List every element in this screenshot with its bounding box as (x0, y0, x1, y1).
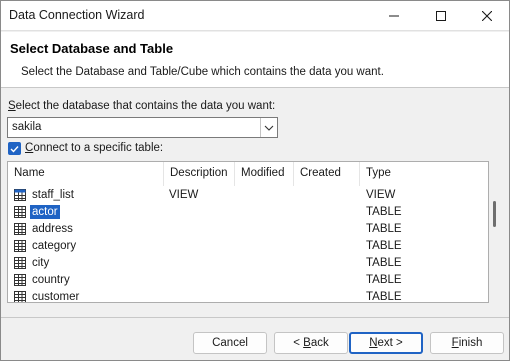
checkmark-icon (10, 145, 19, 153)
row-type: TABLE (366, 274, 402, 286)
table-row[interactable]: staff_list VIEW VIEW (8, 187, 488, 204)
row-type: TABLE (366, 206, 402, 218)
chevron-down-icon (264, 125, 274, 131)
table-row[interactable]: city TABLE (8, 255, 488, 272)
row-description: VIEW (169, 189, 199, 201)
title-bar[interactable]: Data Connection Wizard (1, 1, 509, 31)
minimize-button[interactable] (371, 1, 417, 31)
connect-table-checkbox[interactable] (8, 142, 21, 155)
table-row[interactable]: address TABLE (8, 221, 488, 238)
table-list[interactable]: Name Description Modified Created Type s… (7, 161, 489, 303)
row-type: TABLE (366, 240, 402, 252)
maximize-button[interactable] (418, 1, 464, 31)
next-button[interactable]: Next > (349, 332, 423, 354)
column-header-created[interactable]: Created (294, 162, 360, 186)
table-icon (14, 291, 26, 302)
row-type: TABLE (366, 291, 402, 303)
table-row[interactable]: country TABLE (8, 272, 488, 289)
maximize-icon (436, 11, 446, 21)
database-combobox[interactable]: sakila (7, 117, 278, 138)
minimize-icon (389, 15, 399, 17)
page-subtitle: Select the Database and Table/Cube which… (21, 66, 384, 78)
close-icon (482, 11, 492, 21)
row-name: actor (30, 205, 60, 219)
database-label: Select the database that contains the da… (8, 100, 276, 112)
column-header-type[interactable]: Type (360, 162, 488, 186)
table-row[interactable]: customer TABLE (8, 289, 488, 303)
table-icon (14, 240, 26, 252)
cancel-button[interactable]: Cancel (193, 332, 267, 354)
dropdown-button[interactable] (260, 118, 277, 137)
row-name: category (32, 240, 77, 252)
table-row[interactable]: category TABLE (8, 238, 488, 255)
table-icon (14, 223, 26, 235)
column-header-name[interactable]: Name (8, 162, 164, 186)
connect-table-label[interactable]: Connect to a specific table: (25, 142, 163, 154)
row-name: country (32, 274, 70, 286)
page-title: Select Database and Table (10, 41, 174, 56)
finish-button[interactable]: Finish (430, 332, 504, 354)
list-scrollbar[interactable] (490, 161, 500, 303)
back-button[interactable]: < Back (274, 332, 348, 354)
close-button[interactable] (464, 1, 510, 31)
table-row[interactable]: actor TABLE (8, 204, 488, 221)
table-icon (14, 257, 26, 269)
database-value: sakila (12, 121, 42, 133)
table-icon (14, 274, 26, 286)
view-icon (14, 189, 26, 201)
row-type: VIEW (366, 189, 396, 201)
row-name: staff_list (32, 189, 74, 201)
row-name: address (32, 223, 73, 235)
dialog-window: Data Connection Wizard Select Database a… (0, 0, 510, 361)
wizard-header: Select Database and Table Select the Dat… (1, 32, 509, 88)
row-type: TABLE (366, 257, 402, 269)
table-icon (14, 206, 26, 218)
footer-separator (1, 317, 509, 318)
column-header-description[interactable]: Description (164, 162, 235, 186)
row-name: customer (32, 291, 80, 303)
row-name: city (32, 257, 50, 269)
column-header-modified[interactable]: Modified (235, 162, 294, 186)
scrollbar-thumb[interactable] (493, 201, 496, 227)
row-type: TABLE (366, 223, 402, 235)
window-title: Data Connection Wizard (9, 8, 145, 22)
